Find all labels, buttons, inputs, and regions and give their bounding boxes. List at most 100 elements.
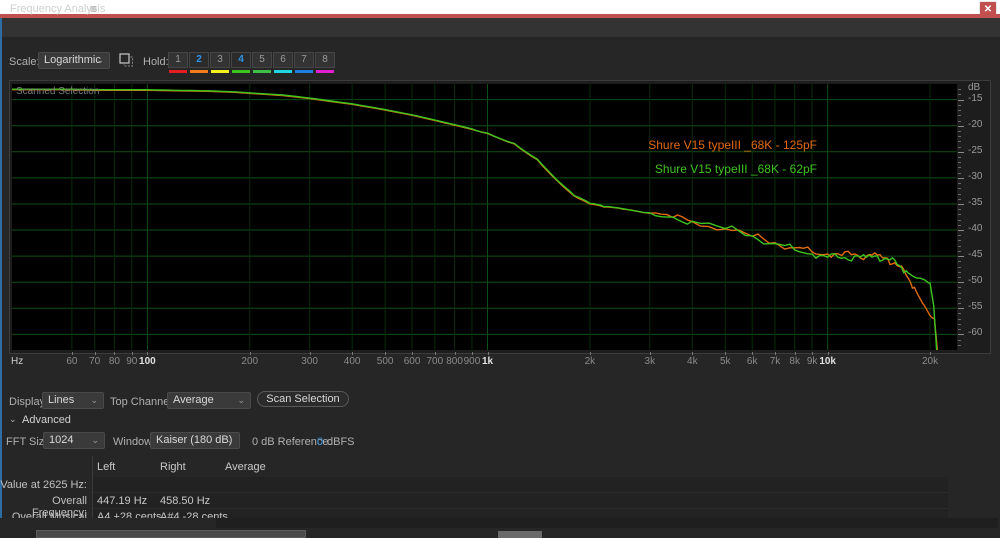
spectrum-plot[interactable] xyxy=(12,84,957,350)
db-axis-tick-label: -50 xyxy=(968,275,983,287)
hold-button-8[interactable]: 8 xyxy=(315,52,335,73)
chevron-down-icon: ⌄ xyxy=(96,55,104,65)
hold-color-swatch xyxy=(232,70,250,73)
db-axis-minor-tick xyxy=(958,271,961,273)
db-axis-minor-tick xyxy=(958,323,961,325)
x-axis-tick-label: 70 xyxy=(89,356,101,367)
x-axis-tick-label: 100 xyxy=(139,356,156,367)
db-axis-minor-tick xyxy=(958,287,961,289)
hold-button-5[interactable]: 5 xyxy=(252,52,272,73)
db-axis-tick-label: -30 xyxy=(968,170,983,182)
hold-button-7[interactable]: 7 xyxy=(294,52,314,73)
chevron-down-icon: ⌄ xyxy=(237,395,245,405)
db-axis-tick-label: -55 xyxy=(968,301,983,313)
results-cell: 458.50 Hz xyxy=(160,495,211,507)
x-axis-tick-mark xyxy=(352,352,354,355)
db-axis-minor-tick xyxy=(958,115,961,117)
spectrum-svg xyxy=(12,84,957,350)
x-axis-tick-mark xyxy=(812,352,814,355)
results-table: Left Right Average Value at 2625 Hz: Overall… xyxy=(0,456,1000,535)
db-axis-tick-mark xyxy=(958,125,964,127)
x-axis-tick-label: 7k xyxy=(769,356,781,367)
display-select[interactable]: Lines ⌄ xyxy=(42,392,104,409)
hold-color-swatch xyxy=(295,70,313,73)
db-axis-minor-tick xyxy=(958,303,961,305)
db-axis-minor-tick xyxy=(958,94,961,96)
x-axis-tick-mark xyxy=(412,352,414,355)
frequency-axis: 60 70 80 90 100 200 300 400 500 600 700 800 900 1k 2k 3… xyxy=(9,352,991,372)
x-axis-tick-mark xyxy=(147,352,149,355)
scale-select[interactable]: Logarithmic ⌄ xyxy=(38,52,110,69)
x-axis-tick-mark xyxy=(131,352,133,355)
db-axis-tick-label: -40 xyxy=(968,223,983,235)
series-line xyxy=(12,88,938,350)
x-axis-tick-mark xyxy=(454,352,456,355)
copy-icon[interactable] xyxy=(119,53,135,69)
x-axis-tick-label: 2k xyxy=(584,356,596,367)
db-axis-tick-label: -25 xyxy=(968,144,983,156)
db-axis-minor-tick xyxy=(958,266,961,268)
display-select-value: Lines xyxy=(48,394,75,406)
scan-selection-button[interactable]: Scan Selection xyxy=(257,391,349,407)
db-axis-tick-mark xyxy=(958,256,964,258)
scanned-selection-label: Scanned Selection xyxy=(16,86,100,97)
x-axis-tick-label: 300 xyxy=(301,356,318,367)
x-axis-tick-mark xyxy=(752,352,754,355)
hold-button-6[interactable]: 6 xyxy=(273,52,293,73)
hold-button-1[interactable]: 1 xyxy=(168,52,188,73)
advanced-section-toggle[interactable]: Advanced xyxy=(22,414,71,426)
hz-axis-label: Hz xyxy=(11,356,24,367)
reference-value[interactable]: 0 xyxy=(317,436,323,448)
db-axis-tick-mark xyxy=(958,282,964,284)
top-channel-select-value: Average xyxy=(173,394,214,406)
db-axis-tick-label: -15 xyxy=(968,92,983,104)
x-axis-tick-label: 800 xyxy=(446,356,463,367)
chevron-down-icon[interactable]: ⌄ xyxy=(9,414,17,425)
bottom-scrollbar[interactable] xyxy=(36,530,306,538)
top-channel-label: Top Channel: xyxy=(110,396,175,408)
db-axis-tick-label: -20 xyxy=(968,118,983,130)
bottom-widget[interactable] xyxy=(498,531,542,538)
x-axis-tick-label: 500 xyxy=(376,356,394,367)
x-axis-tick-mark xyxy=(487,352,489,355)
window-label: Window: xyxy=(113,436,156,448)
hold-button-3[interactable]: 3 xyxy=(210,52,230,73)
hold-button-label: 7 xyxy=(301,54,307,65)
chevron-down-icon: ⌄ xyxy=(90,395,98,405)
top-channel-select[interactable]: Average ⌄ xyxy=(167,392,251,409)
x-axis-tick-mark xyxy=(725,352,727,355)
db-axis-minor-tick xyxy=(958,198,961,200)
hold-button-label: 5 xyxy=(259,54,265,65)
scale-label: Scale: xyxy=(9,56,40,68)
window-select[interactable]: Kaiser (180 dB) ⌄ xyxy=(150,432,240,449)
results-cell: 447.19 Hz xyxy=(97,495,148,507)
db-axis-minor-tick xyxy=(958,214,961,216)
db-axis-minor-tick xyxy=(958,162,961,164)
x-axis-tick-mark xyxy=(114,352,116,355)
hold-button-label: 2 xyxy=(196,54,202,65)
results-column-header: Right xyxy=(160,461,186,473)
x-axis-tick-mark xyxy=(471,352,473,355)
hold-button-4[interactable]: 4 xyxy=(231,52,251,73)
x-axis-tick-mark xyxy=(94,352,96,355)
panel-menu-icon[interactable]: ≡ xyxy=(90,2,97,16)
db-axis-tick-mark xyxy=(958,151,964,153)
db-axis-minor-tick xyxy=(958,136,961,138)
db-axis-minor-tick xyxy=(958,318,961,320)
window-top-strip xyxy=(0,0,1000,14)
fft-size-select-value: 1024 xyxy=(49,434,74,446)
hold-button-2[interactable]: 2 xyxy=(189,52,209,73)
db-axis-tick-label: -35 xyxy=(968,196,983,208)
hold-button-label: 6 xyxy=(280,54,286,65)
db-axis-minor-tick xyxy=(958,235,961,237)
window-select-value: Kaiser (180 dB) xyxy=(156,434,233,446)
db-axis-minor-tick xyxy=(958,104,961,106)
legend-label-0: Shure V15 typeIII _68K - 125pF xyxy=(648,138,817,152)
db-axis-tick-label: -60 xyxy=(968,327,983,339)
fft-size-select[interactable]: 1024 ⌄ xyxy=(43,432,105,449)
bottom-chrome-inner xyxy=(216,518,998,528)
db-axis-minor-tick xyxy=(958,172,961,174)
x-axis-tick-label: 8k xyxy=(789,356,800,367)
x-axis-tick-mark xyxy=(930,352,932,355)
db-axis-minor-tick xyxy=(958,245,961,247)
